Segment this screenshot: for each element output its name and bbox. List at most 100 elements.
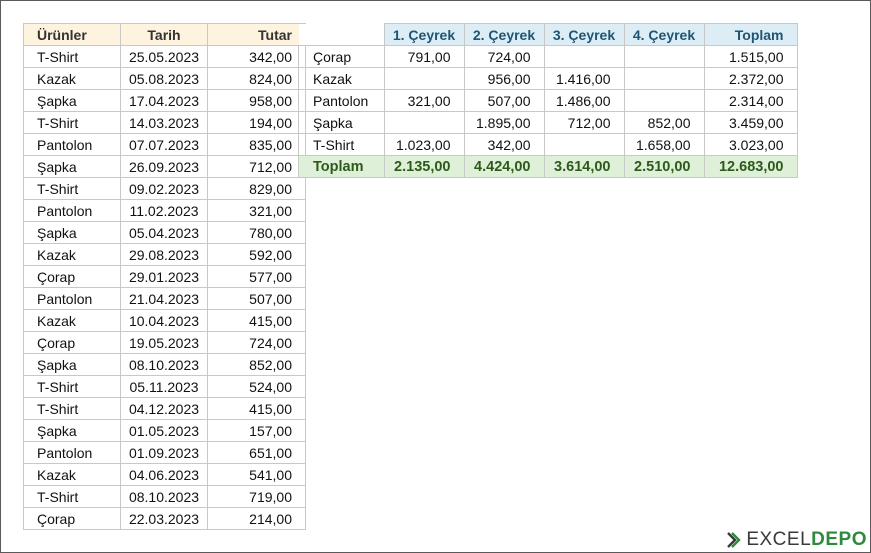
date-cell: 22.03.2023 bbox=[120, 507, 208, 530]
q1-cell: 1.023,00 bbox=[383, 133, 465, 156]
q2-cell: 724,00 bbox=[463, 45, 545, 68]
header-total: Toplam bbox=[703, 23, 798, 46]
amount-cell: 651,00 bbox=[207, 441, 306, 464]
amount-cell: 507,00 bbox=[207, 287, 306, 310]
logo-x-icon bbox=[727, 532, 742, 548]
table-row: Çorap 22.03.2023 214,00 bbox=[23, 507, 306, 530]
product-cell: T-Shirt bbox=[23, 45, 121, 68]
header-date: Tarih bbox=[120, 23, 208, 46]
source-data-table: Ürünler Tarih Tutar T-Shirt 25.05.2023 342… bbox=[23, 23, 306, 530]
logo-text-excel: EXCEL bbox=[746, 529, 812, 550]
total-label-cell: Toplam bbox=[298, 155, 385, 178]
product-cell: T-Shirt bbox=[23, 177, 121, 200]
amount-cell: 724,00 bbox=[207, 331, 306, 354]
date-cell: 11.02.2023 bbox=[120, 199, 208, 222]
pivot-corner-cell bbox=[298, 23, 385, 46]
amount-cell: 524,00 bbox=[207, 375, 306, 398]
date-cell: 05.04.2023 bbox=[120, 221, 208, 244]
date-cell: 01.09.2023 bbox=[120, 441, 208, 464]
row-total-cell: 1.515,00 bbox=[703, 45, 798, 68]
table-row: T-Shirt 05.11.2023 524,00 bbox=[23, 375, 306, 398]
q4-cell bbox=[623, 89, 705, 112]
table-row: Şapka 26.09.2023 712,00 bbox=[23, 155, 306, 178]
date-cell: 25.05.2023 bbox=[120, 45, 208, 68]
pivot-table-body: Çorap 791,00 724,00 1.515,00 Kazak 956,00 1.41… bbox=[298, 45, 798, 178]
pivot-row: Kazak 956,00 1.416,00 2.372,00 bbox=[298, 67, 798, 90]
header-quarter-3: 3. Çeyrek bbox=[543, 23, 625, 46]
date-cell: 05.11.2023 bbox=[120, 375, 208, 398]
product-cell: T-Shirt bbox=[23, 397, 121, 420]
logo-text-depo: DEPO bbox=[811, 529, 867, 550]
pivot-row: T-Shirt 1.023,00 342,00 1.658,00 3.023,00 bbox=[298, 133, 798, 156]
product-cell: Şapka bbox=[23, 155, 121, 178]
q2-cell: 342,00 bbox=[463, 133, 545, 156]
date-cell: 19.05.2023 bbox=[120, 331, 208, 354]
product-cell: Kazak bbox=[23, 309, 121, 332]
product-cell: Şapka bbox=[23, 353, 121, 376]
date-cell: 01.05.2023 bbox=[120, 419, 208, 442]
pivot-row: Şapka 1.895,00 712,00 852,00 3.459,00 bbox=[298, 111, 798, 134]
table-row: Şapka 05.04.2023 780,00 bbox=[23, 221, 306, 244]
date-cell: 17.04.2023 bbox=[120, 89, 208, 112]
amount-cell: 214,00 bbox=[207, 507, 306, 530]
table-row: Çorap 29.01.2023 577,00 bbox=[23, 265, 306, 288]
date-cell: 14.03.2023 bbox=[120, 111, 208, 134]
row-label-cell: Pantolon bbox=[298, 89, 385, 112]
q1-cell: 321,00 bbox=[383, 89, 465, 112]
amount-cell: 958,00 bbox=[207, 89, 306, 112]
total-q4-cell: 2.510,00 bbox=[623, 155, 705, 178]
amount-cell: 719,00 bbox=[207, 485, 306, 508]
total-q3-cell: 3.614,00 bbox=[543, 155, 625, 178]
date-cell: 09.02.2023 bbox=[120, 177, 208, 200]
source-table-body: T-Shirt 25.05.2023 342,00 Kazak 05.08.2023 82… bbox=[23, 45, 306, 530]
table-row: T-Shirt 08.10.2023 719,00 bbox=[23, 485, 306, 508]
header-quarter-1: 1. Çeyrek bbox=[383, 23, 465, 46]
amount-cell: 852,00 bbox=[207, 353, 306, 376]
pivot-total-row: Toplam 2.135,00 4.424,00 3.614,00 2.510,00 12… bbox=[298, 155, 798, 178]
date-cell: 05.08.2023 bbox=[120, 67, 208, 90]
pivot-summary-table: 1. Çeyrek 2. Çeyrek 3. Çeyrek 4. Çeyrek … bbox=[298, 23, 798, 178]
amount-cell: 541,00 bbox=[207, 463, 306, 486]
row-total-cell: 3.459,00 bbox=[703, 111, 798, 134]
product-cell: T-Shirt bbox=[23, 111, 121, 134]
amount-cell: 835,00 bbox=[207, 133, 306, 156]
product-cell: Çorap bbox=[23, 331, 121, 354]
excel-depo-logo: EXCEL DEPO bbox=[726, 529, 867, 551]
pivot-header-row: 1. Çeyrek 2. Çeyrek 3. Çeyrek 4. Çeyrek … bbox=[298, 23, 798, 46]
table-row: Pantolon 07.07.2023 835,00 bbox=[23, 133, 306, 156]
header-products: Ürünler bbox=[23, 23, 121, 46]
table-row: T-Shirt 14.03.2023 194,00 bbox=[23, 111, 306, 134]
amount-cell: 592,00 bbox=[207, 243, 306, 266]
q3-cell: 1.416,00 bbox=[543, 67, 625, 90]
q4-cell: 1.658,00 bbox=[623, 133, 705, 156]
q1-cell bbox=[383, 67, 465, 90]
row-label-cell: Çorap bbox=[298, 45, 385, 68]
product-cell: Kazak bbox=[23, 463, 121, 486]
amount-cell: 824,00 bbox=[207, 67, 306, 90]
table-row: Kazak 04.06.2023 541,00 bbox=[23, 463, 306, 486]
total-row-total-cell: 12.683,00 bbox=[703, 155, 798, 178]
amount-cell: 321,00 bbox=[207, 199, 306, 222]
q4-cell bbox=[623, 67, 705, 90]
table-row: T-Shirt 25.05.2023 342,00 bbox=[23, 45, 306, 68]
amount-cell: 194,00 bbox=[207, 111, 306, 134]
row-label-cell: Şapka bbox=[298, 111, 385, 134]
q2-cell: 956,00 bbox=[463, 67, 545, 90]
amount-cell: 342,00 bbox=[207, 45, 306, 68]
table-row: T-Shirt 09.02.2023 829,00 bbox=[23, 177, 306, 200]
date-cell: 26.09.2023 bbox=[120, 155, 208, 178]
product-cell: Şapka bbox=[23, 221, 121, 244]
amount-cell: 415,00 bbox=[207, 309, 306, 332]
table-row: Kazak 10.04.2023 415,00 bbox=[23, 309, 306, 332]
row-label-cell: T-Shirt bbox=[298, 133, 385, 156]
product-cell: Kazak bbox=[23, 67, 121, 90]
product-cell: Çorap bbox=[23, 507, 121, 530]
amount-cell: 157,00 bbox=[207, 419, 306, 442]
table-row: Çorap 19.05.2023 724,00 bbox=[23, 331, 306, 354]
row-total-cell: 2.314,00 bbox=[703, 89, 798, 112]
header-quarter-2: 2. Çeyrek bbox=[463, 23, 545, 46]
date-cell: 21.04.2023 bbox=[120, 287, 208, 310]
date-cell: 04.12.2023 bbox=[120, 397, 208, 420]
product-cell: Pantolon bbox=[23, 287, 121, 310]
header-amount: Tutar bbox=[207, 23, 306, 46]
